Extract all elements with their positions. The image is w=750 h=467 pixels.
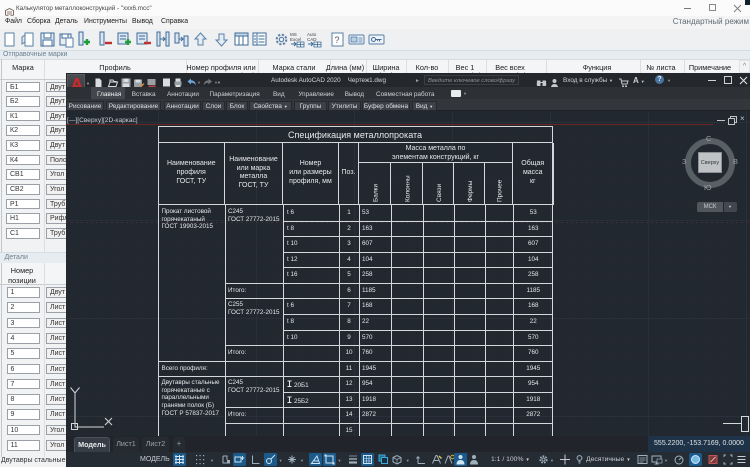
svg-text:Балки: Балки [373,183,380,202]
svg-text:Excel: Excel [290,37,301,42]
svg-text:CAD: CAD [307,37,317,42]
svg-text:Связи: Связи [436,183,443,202]
svg-text:?: ? [334,35,339,45]
svg-text:Колонны: Колонны [405,175,412,202]
svg-text:Фермы: Фермы [467,180,474,202]
svg-text:Прочее: Прочее [497,179,504,202]
